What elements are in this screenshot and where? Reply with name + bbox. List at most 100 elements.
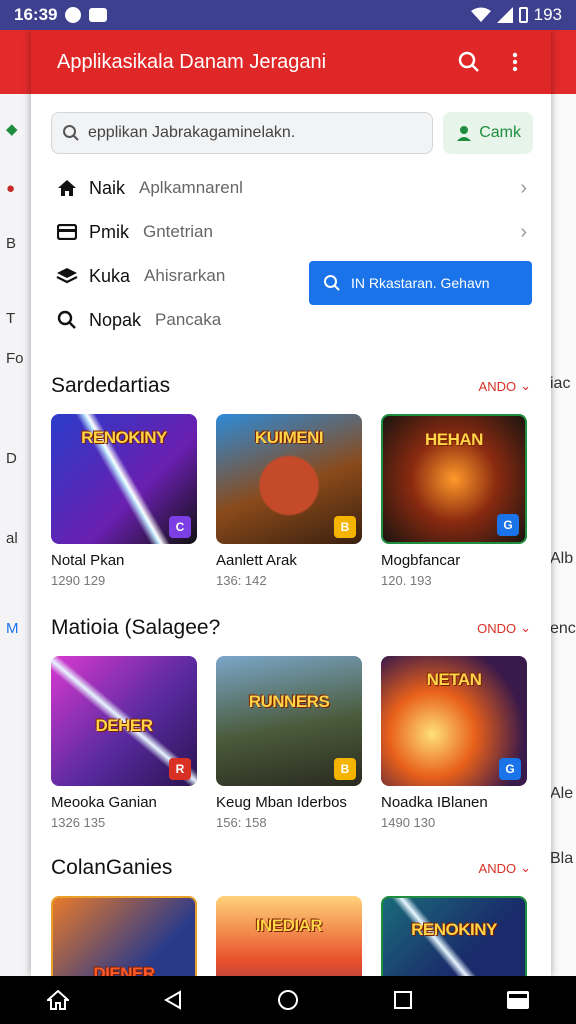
app-title: Applikasikala Danam Jeragani xyxy=(57,50,327,73)
section-matioia: Matioia (Salagee? ONDO ⌄ DEHER R Meooka G… xyxy=(31,600,551,830)
game-name: Aanlett Arak xyxy=(216,552,297,569)
status-time: 16:39 xyxy=(14,5,58,24)
more-link[interactable]: ANDO ⌄ xyxy=(479,378,531,394)
chevron-down-icon: ⌄ xyxy=(520,620,531,635)
game-tile[interactable]: RUNNERS B Keug Mban Iderbos 156: 158 xyxy=(216,656,362,830)
game-art-title: DEHER xyxy=(95,716,153,735)
wifi-icon xyxy=(470,7,491,22)
chevron-down-icon: ⌄ xyxy=(520,860,531,875)
game-thumbnail: DIENER xyxy=(51,896,197,976)
game-badge: C xyxy=(169,516,191,538)
app-window: Applikasikala Danam Jeragani epplikan Ja… xyxy=(31,30,551,976)
user-icon xyxy=(457,126,472,141)
game-thumbnail: KUIMENI B xyxy=(216,414,362,544)
background-app-right: iac Alb enc Ale Bla xyxy=(550,30,576,976)
notification-icon xyxy=(65,7,82,23)
game-thumbnail: HEHAN G xyxy=(381,414,527,544)
game-art-title: DIENER xyxy=(93,964,155,976)
game-badge: G xyxy=(497,514,519,536)
card-icon xyxy=(55,224,79,240)
game-icon xyxy=(89,8,108,22)
game-meta: 156: 158 xyxy=(216,815,267,830)
game-tile[interactable]: DEHER R Meooka Ganian 1326 135 xyxy=(51,656,197,830)
section-title: Matioia (Salagee? xyxy=(51,616,221,639)
menu-item-sub: Pancaka xyxy=(155,310,222,329)
search-icon xyxy=(63,125,79,141)
game-art-title: RUNNERS xyxy=(248,692,330,711)
home-icon[interactable] xyxy=(38,980,78,1020)
game-meta: 136: 142 xyxy=(216,573,267,588)
back-icon[interactable] xyxy=(153,980,193,1020)
game-meta: 1490 130 xyxy=(381,815,436,830)
menu-item-sub: Aplkamnarenl xyxy=(139,178,243,197)
chevron-right-icon: › xyxy=(520,176,527,199)
chevron-right-icon: › xyxy=(520,220,527,243)
search-icon xyxy=(55,310,79,330)
home-icon xyxy=(55,179,79,197)
game-name: Meooka Ganian xyxy=(51,794,157,811)
battery-icon xyxy=(518,7,528,23)
game-thumbnail: RENOKINY C xyxy=(51,414,197,544)
keyboard-icon[interactable] xyxy=(498,980,538,1020)
game-thumbnail: NETAN G xyxy=(381,656,527,786)
game-tile[interactable]: INEDIAR xyxy=(216,896,362,976)
game-badge: B xyxy=(334,516,356,538)
game-meta: 1290 129 xyxy=(51,573,106,588)
game-badge: B xyxy=(334,758,356,780)
more-link[interactable]: ONDO ⌄ xyxy=(477,620,531,636)
menu-item-label: Pmik xyxy=(89,221,129,242)
more-link[interactable]: ANDO ⌄ xyxy=(479,860,531,876)
more-label: ONDO xyxy=(477,620,517,636)
game-tile[interactable]: RENOKINY xyxy=(381,896,527,976)
section-sardedartias: Sardedartias ANDO ⌄ RENOKINY C Notal Pkan… xyxy=(31,358,551,588)
menu-item-naik[interactable]: Naik Aplkamnarenl › xyxy=(31,166,551,210)
game-meta: 120. 193 xyxy=(381,573,432,588)
game-art-title: NETAN xyxy=(426,670,482,689)
search-action-label: IN Rkastaran. Gehavn xyxy=(351,275,490,291)
search-input[interactable]: epplikan Jabrakagaminelakn. xyxy=(51,112,434,154)
menu-item-label: Kuka xyxy=(89,265,131,286)
search-icon xyxy=(324,275,340,291)
camk-button[interactable]: Camk xyxy=(443,112,533,154)
search-icon[interactable] xyxy=(451,44,487,80)
section-title: Sardedartias xyxy=(51,374,171,397)
game-art-title: RENOKINY xyxy=(411,920,497,939)
chevron-down-icon: ⌄ xyxy=(520,378,531,393)
menu-item-sub: Gntetrian xyxy=(143,222,213,241)
menu-item-pmik[interactable]: Pmik Gntetrian › xyxy=(31,210,551,254)
system-nav-bar xyxy=(0,976,576,1024)
game-art-title: KUIMENI xyxy=(254,428,324,447)
search-action-button[interactable]: IN Rkastaran. Gehavn xyxy=(309,261,532,305)
signal-icon xyxy=(496,7,513,23)
layers-icon xyxy=(55,267,79,285)
game-badge: R xyxy=(169,758,191,780)
more-label: ANDO xyxy=(478,378,517,394)
game-tile[interactable]: HEHAN G Mogbfancar 120. 193 xyxy=(381,414,527,588)
camk-label: Camk xyxy=(479,124,521,141)
game-tile[interactable]: NETAN G Noadka IBlanen 1490 130 xyxy=(381,656,527,830)
game-meta: 1326 135 xyxy=(51,815,106,830)
game-art-title: HEHAN xyxy=(425,430,483,449)
game-tile[interactable]: KUIMENI B Aanlett Arak 136: 142 xyxy=(216,414,362,588)
section-title: ColanGanies xyxy=(51,856,173,879)
game-tile[interactable]: DIENER xyxy=(51,896,197,976)
menu-list: Naik Aplkamnarenl › Pmik Gntetrian › Kuk… xyxy=(31,166,551,342)
recents-icon[interactable] xyxy=(383,980,423,1020)
game-tile[interactable]: RENOKINY C Notal Pkan 1290 129 xyxy=(51,414,197,588)
game-thumbnail: RENOKINY xyxy=(381,896,527,976)
game-name: Mogbfancar xyxy=(381,552,461,569)
menu-item-label: Naik xyxy=(89,177,126,198)
game-name: Notal Pkan xyxy=(51,552,125,569)
battery-level: 193 xyxy=(533,5,562,24)
more-vert-icon[interactable] xyxy=(497,44,533,80)
home-circle-icon[interactable] xyxy=(268,980,308,1020)
game-badge: G xyxy=(499,758,521,780)
game-name: Keug Mban Iderbos xyxy=(216,794,347,811)
app-bar: Applikasikala Danam Jeragani xyxy=(31,30,551,94)
game-thumbnail: RUNNERS B xyxy=(216,656,362,786)
more-label: ANDO xyxy=(478,860,517,876)
game-thumbnail: INEDIAR xyxy=(216,896,362,976)
game-thumbnail: DEHER R xyxy=(51,656,197,786)
section-colangames: ColanGanies ANDO ⌄ DIENER INEDIAR RENOKIN… xyxy=(31,840,551,976)
game-art-title: RENOKINY xyxy=(81,428,167,447)
